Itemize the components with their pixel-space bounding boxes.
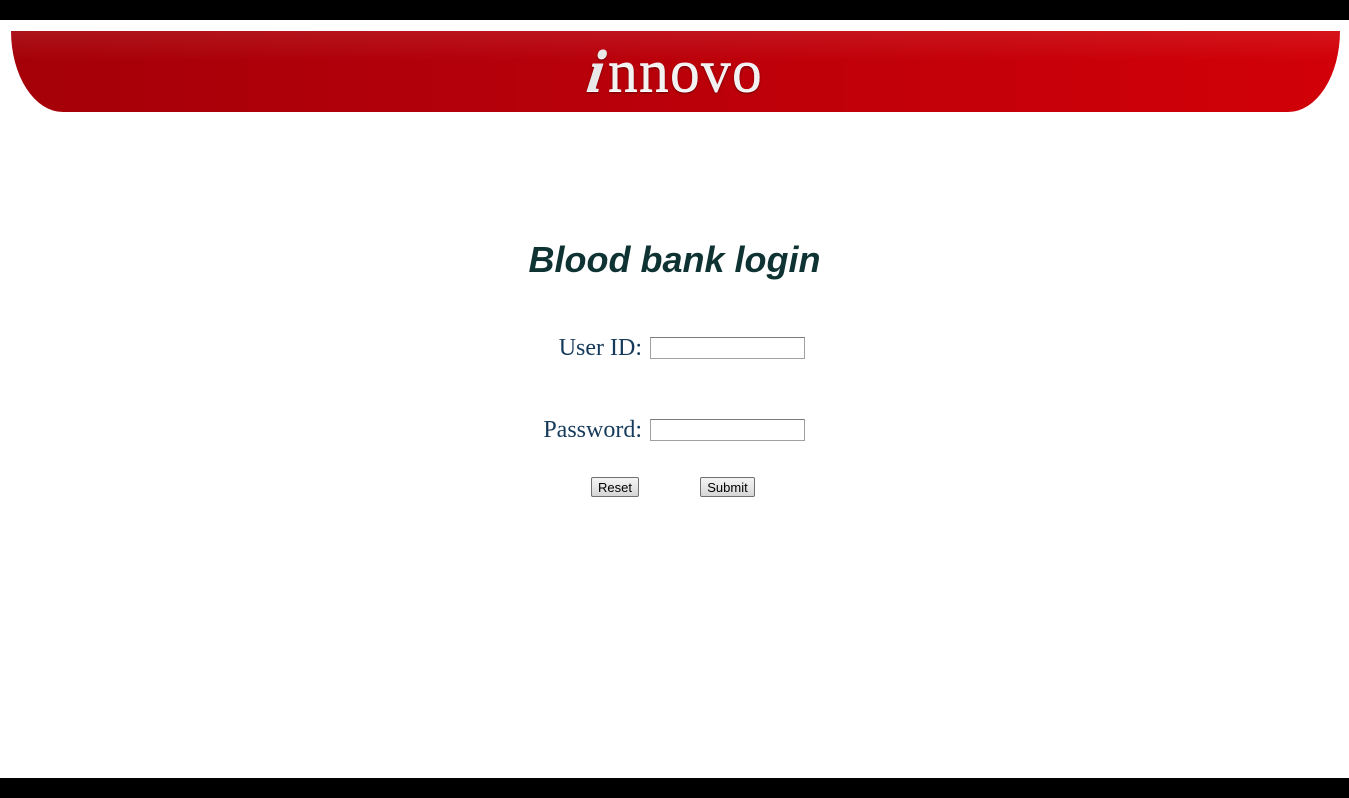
top-frame-bar xyxy=(0,0,1349,20)
user-id-label: User ID: xyxy=(558,335,642,361)
user-id-input[interactable] xyxy=(650,337,805,359)
page: innovo Blood bank login User ID: Passwor… xyxy=(0,0,1349,798)
page-title: Blood bank login xyxy=(528,239,821,280)
submit-button[interactable]: Submit xyxy=(700,477,755,497)
bottom-frame-bar xyxy=(0,778,1349,798)
reset-button[interactable]: Reset xyxy=(591,477,639,497)
password-label: Password: xyxy=(543,417,642,443)
logo-initial: i xyxy=(583,38,611,104)
innovo-logo: innovo xyxy=(11,38,1340,104)
password-input[interactable] xyxy=(650,419,805,441)
header-banner: innovo xyxy=(11,31,1340,112)
logo-text: nnovo xyxy=(607,38,763,104)
